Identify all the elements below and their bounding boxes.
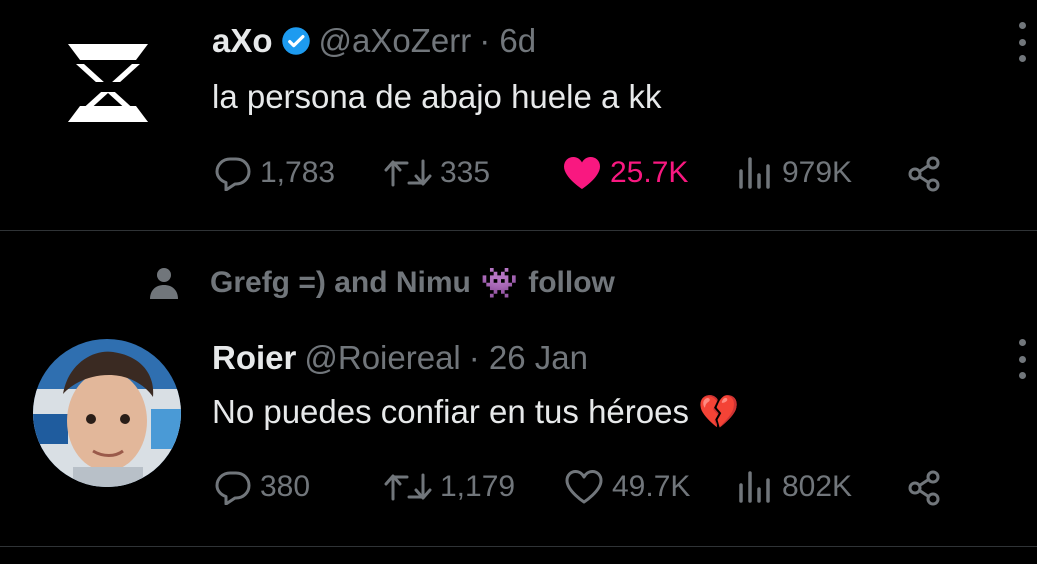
retweet-icon — [384, 473, 432, 501]
more-options-icon[interactable] — [1017, 339, 1027, 379]
author-name[interactable]: aXo — [212, 22, 273, 60]
author-handle[interactable]: @aXoZerr — [319, 22, 472, 60]
like-count: 25.7K — [610, 156, 689, 189]
reply-count: 1,783 — [260, 156, 336, 189]
heart-outline-icon — [565, 470, 603, 504]
retweet-button[interactable]: 1,179 — [384, 469, 515, 505]
avatar-roier[interactable] — [33, 339, 181, 487]
retweet-count: 335 — [440, 156, 491, 189]
tweet-axo[interactable]: aXo @aXoZerr · 6d la persona de abajo hu… — [0, 0, 1037, 231]
share-button[interactable] — [906, 155, 944, 193]
tweet-text-content: No puedes confiar en tus héroes — [212, 393, 689, 430]
share-icon — [908, 156, 940, 192]
tweet-time[interactable]: · 6d — [479, 22, 536, 60]
views-icon — [739, 471, 770, 503]
tweet-time[interactable]: · 26 Jan — [469, 339, 588, 377]
tweet-roier[interactable]: Grefg =) and Nimu 👾 follow Roier @Roiere… — [0, 231, 1037, 547]
more-options-icon[interactable] — [1017, 22, 1027, 62]
retweet-button[interactable]: 335 — [384, 155, 490, 191]
reply-count: 380 — [260, 470, 311, 503]
share-button[interactable] — [906, 469, 944, 507]
like-count: 49.7K — [612, 470, 691, 503]
reply-icon — [215, 157, 251, 191]
views-count: 979K — [782, 156, 853, 189]
tweet-header: Roier @Roiereal · 26 Jan — [212, 339, 588, 377]
reply-icon — [215, 471, 251, 505]
like-button[interactable]: 25.7K — [562, 155, 688, 191]
views-button[interactable]: 979K — [736, 155, 852, 191]
tweet-header: aXo @aXoZerr · 6d — [212, 22, 536, 60]
avatar-axo[interactable] — [48, 22, 168, 142]
verified-badge-icon — [281, 27, 310, 55]
author-handle[interactable]: @Roiereal — [304, 339, 460, 377]
axo-logo-icon — [68, 44, 148, 122]
social-context: Grefg =) and Nimu 👾 follow — [146, 265, 615, 301]
retweet-icon — [384, 159, 432, 187]
like-button[interactable]: 49.7K — [564, 469, 690, 505]
views-button[interactable]: 802K — [736, 469, 852, 505]
reply-button[interactable]: 380 — [214, 469, 310, 505]
tweet-text: No puedes confiar en tus héroes 💔 — [212, 393, 739, 432]
tweet-text: la persona de abajo huele a kk — [212, 78, 662, 115]
social-context-text[interactable]: Grefg =) and Nimu — [210, 266, 471, 300]
person-icon — [150, 268, 178, 299]
heart-filled-icon — [564, 157, 600, 189]
social-context-follow[interactable]: follow — [528, 266, 615, 300]
reply-button[interactable]: 1,783 — [214, 155, 335, 191]
broken-heart-emoji: 💔 — [698, 393, 740, 430]
views-count: 802K — [782, 470, 853, 503]
views-icon — [739, 157, 770, 189]
space-invader-emoji: 👾 — [480, 266, 519, 300]
share-icon — [908, 470, 940, 506]
retweet-count: 1,179 — [440, 470, 516, 503]
author-name[interactable]: Roier — [212, 339, 296, 377]
avatar-photo — [33, 339, 181, 487]
